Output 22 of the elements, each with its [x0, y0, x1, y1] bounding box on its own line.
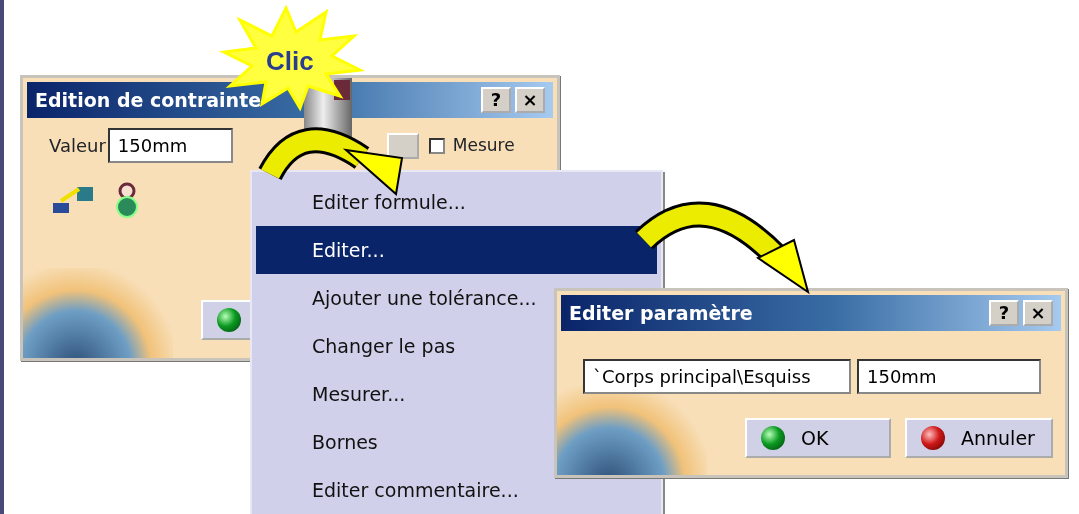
value-field[interactable]: 150mm: [107, 128, 233, 163]
ball-icon: [921, 426, 945, 450]
value-label: Valeur: [49, 134, 106, 158]
menu-item[interactable]: Editer commentaire...: [256, 466, 657, 514]
ball-icon: [761, 426, 785, 450]
value-field[interactable]: 150mm: [857, 359, 1041, 394]
window-title: Edition de contrainte: [35, 87, 262, 113]
ball-icon: [217, 308, 241, 332]
callout-label: Clic: [266, 45, 314, 78]
checkbox-label: Mesure: [452, 133, 515, 157]
name-field[interactable]: `Corps principal\Esquiss: [583, 359, 851, 394]
menu-item[interactable]: Editer formule...: [256, 178, 657, 226]
close-button[interactable]: ×: [515, 87, 545, 113]
help-button[interactable]: ?: [481, 87, 511, 113]
cancel-button[interactable]: Annuler: [905, 418, 1053, 458]
ok-button[interactable]: OK: [745, 418, 891, 458]
measure-checkbox[interactable]: [428, 137, 445, 154]
close-button[interactable]: ×: [1023, 300, 1053, 326]
help-button[interactable]: ?: [989, 300, 1019, 326]
window-title: Editer paramètre: [569, 300, 753, 326]
menu-item[interactable]: Editer...: [256, 226, 657, 274]
spin-button[interactable]: [386, 132, 419, 159]
